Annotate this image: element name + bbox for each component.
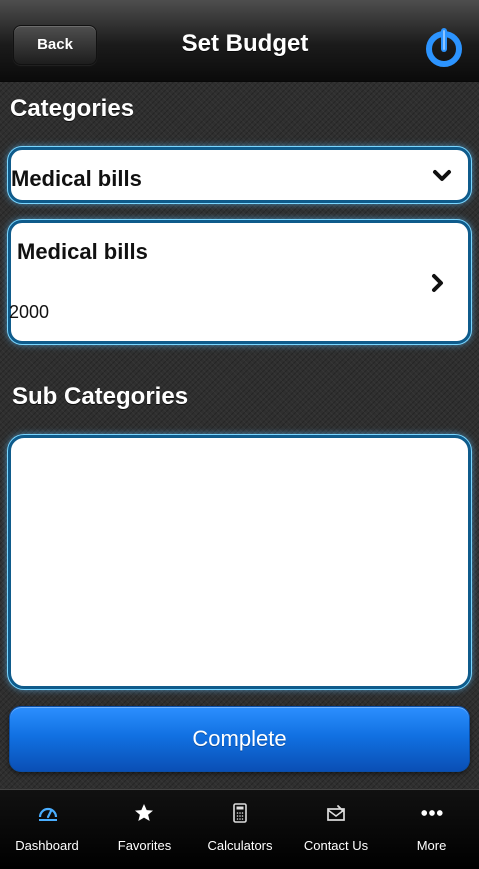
tab-contact-us-label: Contact Us (303, 838, 369, 853)
tab-more-label: More (416, 838, 447, 853)
tab-more[interactable]: More (384, 795, 479, 865)
budget-category-name: Medical bills (17, 239, 148, 264)
tab-dashboard-label: Dashboard (15, 838, 79, 853)
tab-dashboard[interactable]: Dashboard (0, 795, 96, 865)
chevron-down-icon (433, 170, 451, 181)
back-button[interactable]: Back (13, 25, 97, 65)
category-select[interactable]: Medical bills (8, 147, 471, 203)
top-bar: Back Set Budget (0, 0, 479, 82)
power-icon (426, 28, 462, 67)
complete-button[interactable]: Complete (9, 706, 470, 772)
star-icon (135, 804, 153, 821)
budget-amount: 2000 (9, 302, 50, 322)
tab-contact-us[interactable]: Contact Us (288, 795, 384, 865)
tab-favorites-label: Favorites (117, 838, 172, 853)
envelope-icon (327, 805, 345, 821)
selected-category: Medical bills (11, 166, 142, 191)
subcategories-heading: Sub Categories (12, 383, 189, 410)
budget-category-card[interactable]: Medical bills 2000 (8, 220, 471, 344)
dashboard-icon (38, 807, 58, 821)
chevron-right-icon (432, 274, 443, 292)
set-budget-screen: Back Set Budget Categories Medical bills… (0, 0, 479, 869)
page-title: Set Budget (181, 30, 309, 57)
more-icon (420, 810, 443, 816)
power-button[interactable] (420, 25, 468, 73)
tab-bar: Dashboard Favorites Calculators Contact … (0, 789, 479, 869)
tab-favorites[interactable]: Favorites (96, 795, 192, 865)
tab-calculators-label: Calculators (207, 838, 273, 853)
categories-heading: Categories (10, 95, 135, 122)
subcategories-list[interactable] (8, 435, 471, 689)
calculator-icon (233, 803, 247, 823)
tab-calculators[interactable]: Calculators (192, 795, 288, 865)
